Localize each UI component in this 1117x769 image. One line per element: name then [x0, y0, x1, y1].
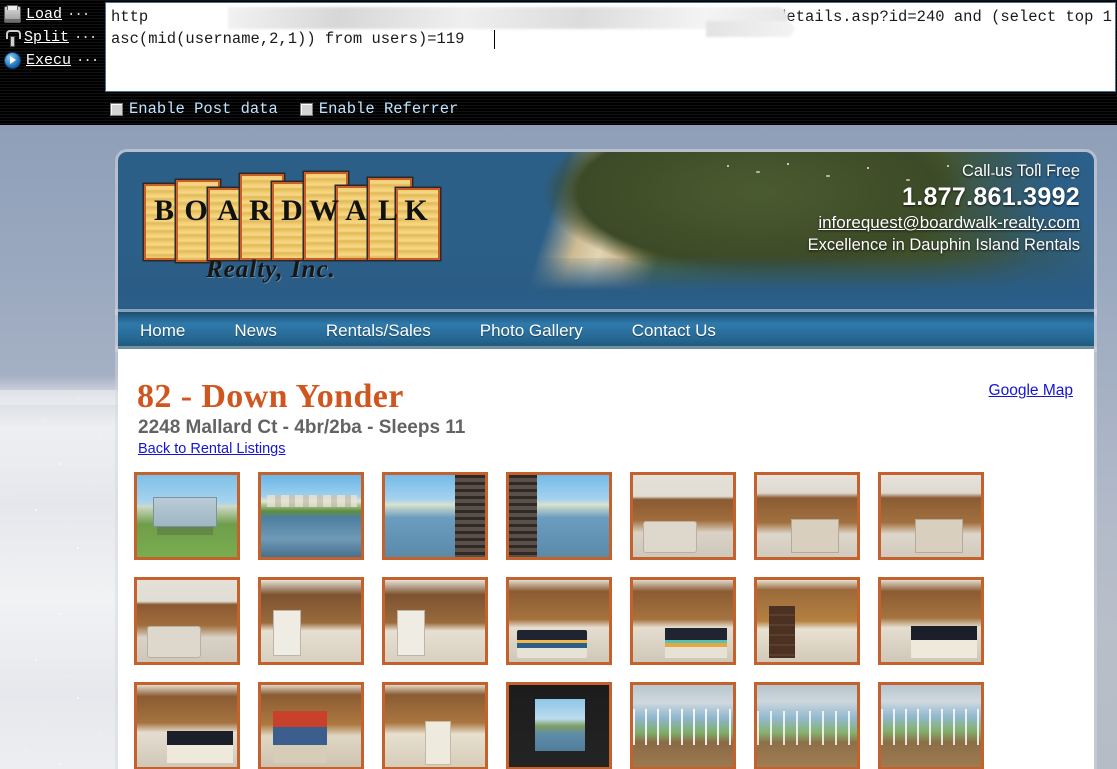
photo-thumbnail[interactable]: [630, 472, 736, 560]
logo-tagline: Realty, Inc.: [206, 256, 336, 283]
fork-icon: [4, 30, 21, 47]
photo-thumbnail[interactable]: [134, 577, 240, 665]
nav-item-home[interactable]: Home: [140, 321, 185, 341]
url-payload: asc(mid(username,2,1)) from users)=119: [111, 30, 465, 48]
email-link[interactable]: inforequest@boardwalk-realty.com: [750, 212, 1080, 234]
url-line-2: asc(mid(username,2,1)) from users)=119: [111, 28, 1113, 50]
photo-thumbnail[interactable]: [754, 472, 860, 560]
thumbnail-image: [385, 685, 485, 767]
photo-thumbnail[interactable]: [258, 682, 364, 769]
photo-thumbnail[interactable]: [630, 682, 736, 769]
thumbnail-image: [633, 475, 733, 557]
photo-thumbnail[interactable]: [878, 472, 984, 560]
google-map-link[interactable]: Google Map: [989, 382, 1073, 400]
split-button[interactable]: Split ···: [4, 26, 105, 49]
nav-item-contact-us[interactable]: Contact Us: [632, 321, 716, 341]
enable-referrer-checkbox[interactable]: Enable Referrer: [299, 100, 459, 118]
redaction-blur-secondary: [706, 21, 794, 37]
site-panel: B O A R D W A L K Realty, Inc. Call us T…: [118, 152, 1094, 769]
thumbnail-image: [757, 475, 857, 557]
nav-item-news[interactable]: News: [234, 321, 277, 341]
thumbnail-image: [509, 580, 609, 662]
enable-post-data-checkbox[interactable]: Enable Post data: [110, 100, 278, 118]
banner-tagline: Excellence in Dauphin Island Rentals: [807, 236, 1080, 254]
photo-thumbnail[interactable]: [878, 682, 984, 769]
logo-letter: K: [404, 194, 428, 227]
page-title: 82 - Down Yonder: [137, 378, 404, 415]
checkbox-box[interactable]: [110, 102, 123, 116]
option-checkbox-row: Enable Post data Enable Referrer: [110, 96, 458, 122]
thumbnail-image: [261, 685, 361, 767]
photo-thumbnail[interactable]: [878, 577, 984, 665]
photo-thumbnail[interactable]: [382, 577, 488, 665]
thumbnail-image: [757, 580, 857, 662]
phone-number: 1.877.861.3992: [902, 183, 1080, 211]
sql-injection-tool-window: Load ··· Split ··· Execu ··· http rental…: [0, 0, 1117, 125]
photo-thumbnail[interactable]: [134, 682, 240, 769]
thumbnail-image: [509, 475, 609, 557]
execute-button[interactable]: Execu ···: [4, 49, 105, 72]
printer-icon: [4, 5, 21, 23]
thumbnail-image: [881, 685, 981, 767]
split-button-dots: ···: [74, 29, 97, 46]
photo-thumbnail-grid: [134, 472, 1078, 769]
thumbnail-image: [385, 475, 485, 557]
boardwalk-logo[interactable]: B O A R D W A L K Realty, Inc.: [144, 170, 474, 295]
photo-thumbnail[interactable]: [506, 682, 612, 769]
enable-referrer-label: Enable Referrer: [318, 100, 459, 118]
photo-thumbnail[interactable]: [506, 577, 612, 665]
water-sparkle-fade: [0, 375, 118, 405]
site-banner: B O A R D W A L K Realty, Inc. Call us T…: [118, 152, 1094, 312]
photo-thumbnail[interactable]: [382, 472, 488, 560]
photo-thumbnail[interactable]: [630, 577, 736, 665]
toll-free-label: Call us Toll Free: [962, 162, 1080, 180]
thumbnail-image: [137, 685, 237, 767]
main-nav: Home News Rentals/Sales Photo Gallery Co…: [118, 312, 1094, 349]
thumbnail-image: [633, 685, 733, 767]
execute-button-dots: ···: [76, 52, 99, 69]
redaction-blur: [228, 7, 788, 29]
nav-item-photo-gallery[interactable]: Photo Gallery: [480, 321, 583, 341]
thumbnail-image: [261, 475, 361, 557]
thumbnail-image: [385, 580, 485, 662]
execute-button-label: Execu: [26, 52, 72, 69]
text-caret: [494, 30, 495, 49]
nav-item-rentals-sales[interactable]: Rentals/Sales: [326, 321, 431, 341]
back-to-listings-link[interactable]: Back to Rental Listings: [138, 441, 286, 457]
listing-subtitle: 2248 Mallard Ct - 4br/2ba - Sleeps 11: [138, 417, 466, 438]
load-button[interactable]: Load ···: [4, 3, 105, 26]
thumbnail-image: [509, 685, 609, 767]
split-button-label: Split: [24, 29, 70, 46]
photo-thumbnail[interactable]: [134, 472, 240, 560]
logo-planks: B O A R D W A L K: [144, 170, 444, 262]
photo-thumbnail[interactable]: [382, 682, 488, 769]
url-scheme: http: [111, 8, 149, 26]
thumbnail-image: [757, 685, 857, 767]
thumbnail-image: [137, 475, 237, 557]
photo-thumbnail[interactable]: [754, 577, 860, 665]
photo-thumbnail[interactable]: [754, 682, 860, 769]
enable-post-data-label: Enable Post data: [129, 100, 278, 118]
photo-thumbnail[interactable]: [258, 577, 364, 665]
play-icon: [4, 52, 21, 69]
listing-content: Google Map 82 - Down Yonder 2248 Mallard…: [118, 349, 1094, 769]
thumbnail-image: [881, 475, 981, 557]
water-sparkle-texture: [0, 390, 118, 769]
load-button-label: Load: [26, 6, 63, 23]
screen: B O A R D W A L K Realty, Inc. Call us T…: [0, 0, 1117, 769]
load-button-dots: ···: [67, 6, 90, 23]
thumbnail-image: [881, 580, 981, 662]
url-input[interactable]: http rentals-details.asp?id=240 and (sel…: [105, 2, 1116, 92]
thumbnail-image: [261, 580, 361, 662]
thumbnail-image: [633, 580, 733, 662]
photo-thumbnail[interactable]: [258, 472, 364, 560]
checkbox-box[interactable]: [299, 102, 313, 116]
photo-thumbnail[interactable]: [506, 472, 612, 560]
tool-menu: Load ··· Split ··· Execu ···: [0, 0, 105, 92]
thumbnail-image: [137, 580, 237, 662]
banner-contact-block: Call us Toll Free 1.877.861.3992 inforeq…: [750, 161, 1080, 256]
